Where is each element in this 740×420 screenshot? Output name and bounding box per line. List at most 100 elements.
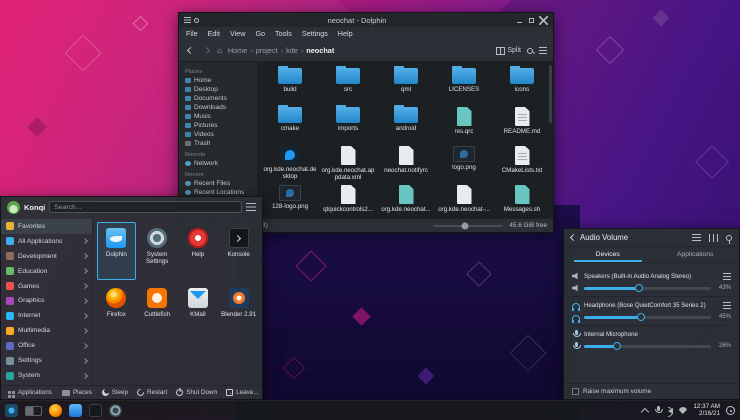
app-item[interactable]: Konsole bbox=[219, 222, 258, 280]
menu-item[interactable]: View bbox=[230, 29, 245, 38]
menu-item[interactable]: Go bbox=[255, 29, 265, 38]
menu-item[interactable]: Edit bbox=[208, 29, 220, 38]
file-item[interactable]: org.kde.neochat.desktop bbox=[261, 144, 319, 183]
app-item[interactable]: Blender 2.91 bbox=[219, 282, 258, 340]
applet-tab[interactable]: Devices bbox=[564, 247, 652, 262]
session-action-button[interactable]: Shut Down bbox=[176, 389, 217, 396]
breadcrumb-item[interactable]: project bbox=[250, 46, 278, 55]
minimize-button[interactable] bbox=[515, 16, 524, 25]
menu-item[interactable]: Settings bbox=[302, 29, 328, 38]
session-action-button[interactable]: Sleep bbox=[101, 389, 128, 396]
close-button[interactable] bbox=[539, 15, 548, 25]
volume-slider-handle[interactable] bbox=[634, 284, 643, 292]
file-item[interactable]: imports bbox=[319, 105, 377, 144]
app-item[interactable]: KMail bbox=[179, 282, 218, 340]
file-item[interactable]: qtquickcontrols2... bbox=[319, 183, 377, 218]
places-item[interactable]: Recent Files bbox=[185, 179, 255, 188]
taskbar-icon[interactable] bbox=[25, 405, 42, 416]
category-item[interactable]: Education bbox=[1, 264, 92, 279]
menu-item[interactable]: File bbox=[186, 29, 198, 38]
category-item[interactable]: Office bbox=[1, 338, 92, 353]
footer-tab[interactable]: Applications bbox=[8, 389, 52, 396]
places-item[interactable]: Trash bbox=[185, 139, 255, 148]
tray-icon[interactable] bbox=[668, 406, 674, 417]
session-action-button[interactable]: Leave... bbox=[226, 389, 259, 396]
search-button[interactable] bbox=[527, 47, 533, 54]
places-item[interactable]: Videos bbox=[185, 130, 255, 139]
category-item[interactable]: Development bbox=[1, 249, 92, 264]
volume-slider[interactable] bbox=[584, 342, 711, 350]
file-item[interactable]: logo.png bbox=[435, 144, 493, 183]
back-icon[interactable] bbox=[569, 233, 578, 242]
file-item[interactable]: org.kde.neochat-... bbox=[435, 183, 493, 218]
taskbar-icon[interactable] bbox=[5, 404, 18, 417]
breadcrumb-item[interactable]: kde bbox=[281, 46, 298, 55]
tray-icon[interactable] bbox=[679, 407, 688, 414]
app-item[interactable]: Dolphin bbox=[97, 222, 136, 280]
file-item[interactable]: build bbox=[261, 66, 319, 105]
applet-tab[interactable]: Applications bbox=[652, 247, 740, 262]
clock[interactable]: 12:37 AM 2/16/21 bbox=[693, 403, 720, 418]
places-item[interactable]: Downloads bbox=[185, 103, 255, 112]
tray-icon[interactable] bbox=[641, 407, 650, 416]
places-item[interactable]: Music bbox=[185, 112, 255, 121]
zoom-slider-handle[interactable] bbox=[461, 222, 469, 229]
file-item[interactable]: qml bbox=[377, 66, 435, 105]
places-item[interactable]: Home bbox=[185, 76, 255, 85]
category-item[interactable]: Settings bbox=[1, 353, 92, 368]
maximize-button[interactable] bbox=[527, 16, 536, 25]
menu-item[interactable]: Help bbox=[338, 29, 353, 38]
taskbar-icon[interactable] bbox=[69, 404, 82, 417]
split-button[interactable]: Split bbox=[496, 46, 521, 55]
raise-volume-checkbox[interactable] bbox=[572, 388, 579, 395]
window-pin-icon[interactable] bbox=[194, 17, 199, 23]
pin-icon[interactable] bbox=[726, 234, 732, 244]
zoom-slider[interactable] bbox=[433, 222, 504, 229]
device-menu-icon[interactable] bbox=[723, 272, 731, 280]
category-item[interactable]: Graphics bbox=[1, 294, 92, 309]
volume-slider[interactable] bbox=[584, 313, 711, 321]
back-button[interactable] bbox=[185, 45, 195, 57]
taskbar-icon[interactable] bbox=[109, 404, 122, 417]
file-item[interactable]: Messages.sh bbox=[493, 183, 551, 218]
window-menu-icon[interactable] bbox=[184, 17, 191, 23]
breadcrumb-item[interactable]: Home bbox=[228, 46, 247, 55]
breadcrumb-item[interactable]: neochat bbox=[301, 46, 334, 55]
places-item[interactable]: Documents bbox=[185, 94, 255, 103]
applet-menu-icon[interactable] bbox=[692, 233, 701, 242]
tray-icon[interactable] bbox=[654, 406, 664, 415]
file-item[interactable]: 128-logo.png bbox=[261, 183, 319, 218]
category-item[interactable]: System bbox=[1, 368, 92, 383]
file-item[interactable]: android bbox=[377, 105, 435, 144]
home-icon[interactable]: ⌂ bbox=[217, 46, 222, 55]
user-avatar[interactable] bbox=[7, 200, 20, 214]
search-input[interactable] bbox=[49, 201, 242, 213]
file-item[interactable]: org.kde.neochat.appdata.xml bbox=[319, 144, 377, 183]
file-item[interactable]: neochat.notifyrc bbox=[377, 144, 435, 183]
places-item[interactable]: Pictures bbox=[185, 121, 255, 130]
file-view[interactable]: build src qml LICENSES icons cmake impor… bbox=[257, 62, 553, 218]
dolphin-titlebar[interactable]: neochat - Dolphin bbox=[179, 13, 553, 27]
notifications-icon[interactable] bbox=[726, 406, 735, 415]
places-item[interactable]: Network bbox=[185, 159, 255, 168]
app-item[interactable]: Cuttlefish bbox=[138, 282, 177, 340]
configure-icon[interactable] bbox=[246, 203, 256, 211]
category-item[interactable]: All Applications bbox=[1, 234, 92, 249]
app-item[interactable]: System Settings bbox=[138, 222, 177, 280]
category-item[interactable]: Multimedia bbox=[1, 323, 92, 338]
menu-item[interactable]: Tools bbox=[275, 29, 292, 38]
hamburger-menu-button[interactable] bbox=[539, 47, 547, 54]
places-item[interactable]: Recent bbox=[185, 171, 255, 179]
file-item[interactable]: res.qrc bbox=[435, 105, 493, 144]
app-item[interactable]: Help bbox=[179, 222, 218, 280]
volume-slider-handle[interactable] bbox=[613, 342, 622, 350]
category-item[interactable]: Favorites bbox=[1, 219, 92, 234]
forward-button[interactable] bbox=[201, 45, 211, 57]
places-item[interactable]: Desktop bbox=[185, 85, 255, 94]
footer-tab[interactable]: Places bbox=[61, 389, 92, 396]
file-item[interactable]: CMakeLists.txt bbox=[493, 144, 551, 183]
session-action-button[interactable]: Restart bbox=[135, 387, 167, 398]
file-item[interactable]: README.md bbox=[493, 105, 551, 144]
taskbar-icon[interactable] bbox=[89, 404, 102, 417]
places-item[interactable]: Places bbox=[185, 68, 255, 76]
